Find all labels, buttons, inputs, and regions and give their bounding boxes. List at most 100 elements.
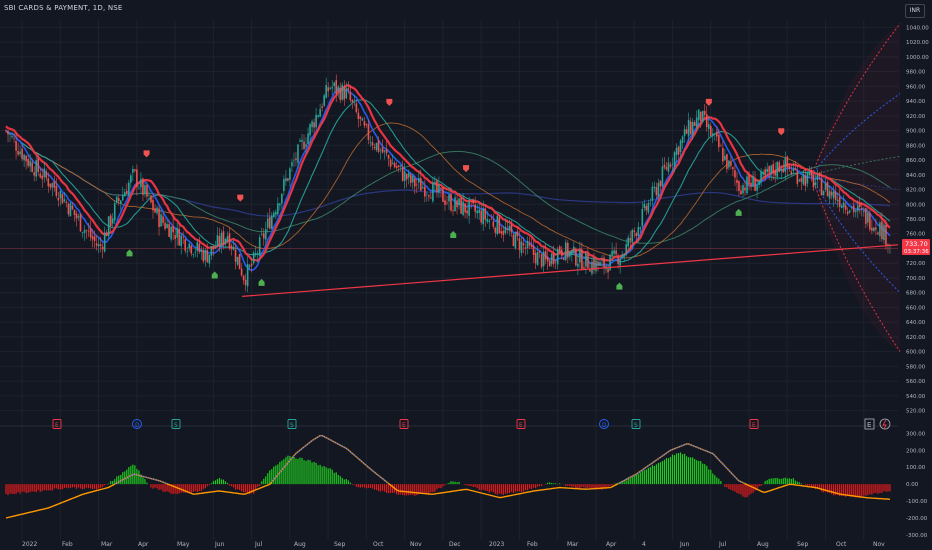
event-badge[interactable]: S <box>287 419 297 430</box>
histogram-bar <box>67 484 70 489</box>
candle <box>271 212 273 231</box>
histogram-bar <box>643 470 645 485</box>
time-tick: Nov <box>873 541 885 548</box>
event-badge[interactable]: S <box>171 419 181 430</box>
histogram-bar <box>516 484 519 492</box>
event-badge[interactable]: S <box>631 419 641 430</box>
histogram-bar <box>152 484 154 489</box>
histogram-bar <box>216 479 219 485</box>
candle <box>426 191 428 202</box>
histogram-bar <box>879 484 881 493</box>
histogram-bar <box>253 484 255 494</box>
osc-tick: 300.00 <box>906 431 926 437</box>
histogram-bar <box>609 484 611 486</box>
histogram-bar <box>710 469 712 485</box>
candle <box>800 176 803 190</box>
histogram-bar <box>436 484 438 490</box>
histogram-bar <box>798 482 800 485</box>
candle <box>605 264 607 274</box>
candle <box>663 157 666 170</box>
histogram-bar <box>782 478 784 485</box>
candle <box>25 154 27 170</box>
price-axis[interactable]: 1040.00 1020.00 1000.00 980.00 960.00 940.00 9… <box>906 25 929 414</box>
histogram-bar <box>655 464 658 485</box>
histogram-bar <box>625 480 627 485</box>
candle <box>268 208 271 230</box>
svg-text:E: E <box>519 422 523 429</box>
histogram-bar <box>305 460 307 485</box>
candle <box>33 166 35 182</box>
candle <box>726 153 728 174</box>
histogram-bar <box>718 478 720 485</box>
event-badge[interactable]: E <box>399 419 409 430</box>
candle <box>319 103 321 117</box>
histogram-bar <box>456 482 458 485</box>
candle <box>597 260 599 272</box>
histogram-bar <box>65 484 68 488</box>
histogram-bar <box>379 484 382 492</box>
candle <box>83 225 86 241</box>
event-badge[interactable]: E <box>749 419 759 430</box>
histogram-bar <box>77 484 80 488</box>
histogram-bar <box>488 484 490 493</box>
histogram-bar <box>553 483 555 485</box>
histogram-bar <box>81 484 84 490</box>
histogram-bar <box>820 484 823 492</box>
candle <box>160 209 162 227</box>
event-badge[interactable]: D <box>599 419 609 430</box>
histogram-bar <box>319 464 321 485</box>
candle <box>754 171 756 192</box>
candle <box>524 243 527 256</box>
chart-canvas[interactable]: E D S S E E D S E 1040.00 1020.00 1000.00 980.00 960… <box>0 0 932 550</box>
candle <box>411 174 414 189</box>
histogram-bar <box>83 484 86 489</box>
histogram-bar <box>299 457 301 485</box>
histogram-bar <box>55 484 57 489</box>
histogram-bar <box>770 478 772 485</box>
histogram-bar <box>637 474 639 485</box>
histogram-bar <box>784 477 786 485</box>
histogram-bar <box>520 484 523 492</box>
histogram-bar <box>849 484 851 497</box>
price-tick: 720.00 <box>906 261 926 267</box>
histogram-bar <box>585 484 587 489</box>
histogram-bar <box>218 477 221 485</box>
histogram-bar <box>57 484 59 490</box>
oscillator-axis: 300.00 200.00 100.00 0.00 -100.00 -200.00 -300… <box>906 431 928 539</box>
histogram-bar <box>323 466 325 485</box>
support-trendline[interactable] <box>0 244 899 297</box>
candle <box>438 176 440 198</box>
buy-marker <box>735 208 742 216</box>
histogram-bar <box>708 469 710 485</box>
histogram-bar <box>679 452 682 485</box>
candle <box>172 217 174 240</box>
histogram-bar <box>885 484 887 492</box>
candle <box>283 175 285 196</box>
candle <box>101 242 104 259</box>
event-badge[interactable]: E <box>516 419 526 430</box>
time-tick: Oct <box>836 541 847 548</box>
event-badges[interactable]: EDSSEEDSE <box>52 419 759 430</box>
candle <box>198 236 201 255</box>
histogram-bar <box>112 480 114 485</box>
histogram-bar <box>162 484 164 492</box>
osc-tick: -300.00 <box>906 533 928 539</box>
candle <box>516 226 519 241</box>
candle <box>647 199 650 215</box>
histogram-bar <box>547 482 549 485</box>
candle <box>869 210 871 232</box>
candle <box>275 209 277 219</box>
histogram-bar <box>89 484 92 489</box>
candle <box>454 194 456 212</box>
candle <box>571 250 573 262</box>
histogram-bar <box>766 480 768 485</box>
candle <box>109 213 112 233</box>
candle <box>333 81 336 93</box>
histogram-bar <box>392 484 394 493</box>
candle <box>156 205 158 216</box>
time-axis[interactable]: 2022 Feb Mar Apr May Jun Jul Aug Sep Oct Nov Dec 202… <box>22 541 885 548</box>
histogram-bar <box>49 484 51 491</box>
toolbar-icons[interactable]: E <box>864 418 891 430</box>
currency-button[interactable]: INR <box>905 4 925 18</box>
oscillator-pane <box>5 434 891 519</box>
